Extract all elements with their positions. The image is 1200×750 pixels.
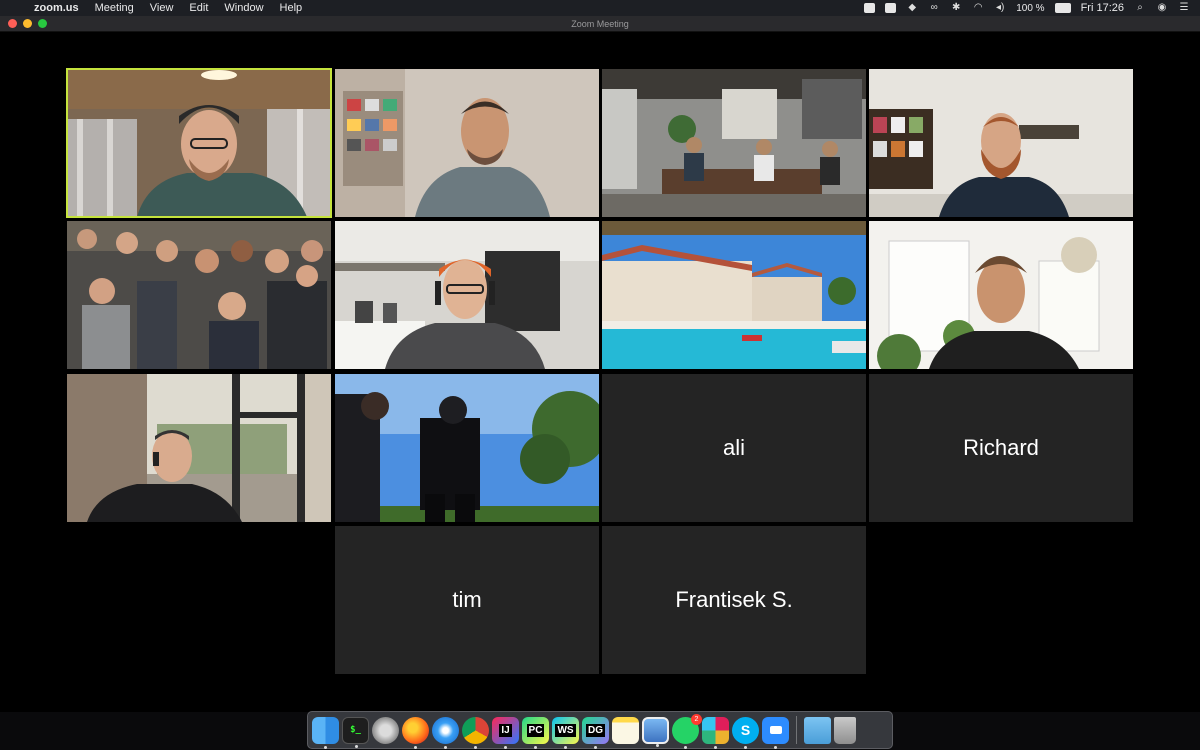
trash-icon[interactable] [834,716,856,744]
menu-meeting[interactable]: Meeting [87,0,142,16]
video-tile-headset-window[interactable] [67,374,331,522]
battery-icon[interactable] [1054,3,1071,13]
video-tile-room-moodboard[interactable] [335,69,599,217]
video-tile-openvalue-office[interactable] [869,69,1133,217]
participant-name-tile-ali[interactable]: ali [602,374,866,522]
skype-icon[interactable]: S [732,716,759,749]
whatsapp-badge: 2 [691,713,702,725]
zoom-status-icon[interactable] [864,3,876,13]
participant-video [869,69,1133,217]
participant-name-tile-tim[interactable]: tim [335,526,599,674]
siri-icon[interactable]: ◉ [1156,3,1168,13]
video-tile-window-plants[interactable] [869,221,1133,369]
dock-separator [796,716,797,744]
video-tile-kitchen-headset[interactable] [335,221,599,369]
video-tile-group-cheering[interactable] [67,221,331,369]
participant-name: Richard [963,435,1039,460]
status-area: ◆ ∞ ✱ ◠ ◂) 100 % Fri 17:26 ⌕ ◉ ☰ [864,2,1200,14]
video-tile-outdoor-park[interactable] [335,374,599,522]
clock[interactable]: Fri 17:26 [1081,2,1124,14]
bluetooth-icon[interactable]: ✱ [950,3,962,13]
menu-bar: zoom.us Meeting View Edit Window Help ◆ … [0,0,1200,16]
participant-video [67,69,331,217]
video-tile-active-speaker-brewery[interactable] [66,68,332,218]
participant-video [602,221,866,369]
chrome-icon[interactable] [462,716,489,749]
downloads-folder-icon[interactable] [804,716,831,744]
intellij-icon[interactable]: IJ [492,716,519,749]
zoom-meeting-window: Zoom Meeting ali Richard tim Frantisek S… [0,16,1200,712]
notification-center-icon[interactable]: ☰ [1178,3,1190,13]
fullscreen-window-button[interactable] [38,19,47,28]
notes-icon[interactable] [612,716,639,744]
safari-icon[interactable] [432,716,459,749]
participant-video [67,221,331,369]
minimize-window-button[interactable] [23,19,32,28]
battery-percentage[interactable]: 100 % [1016,3,1044,14]
dropbox-icon[interactable]: ◆ [906,3,918,13]
menu-window[interactable]: Window [216,0,271,16]
participant-name-tile-frantisek[interactable]: Frantisek S. [602,526,866,674]
menu-edit[interactable]: Edit [181,0,216,16]
glasses-icon[interactable]: ∞ [928,3,940,13]
checkmark-status-icon[interactable] [885,3,897,13]
slack-icon[interactable] [702,716,729,749]
webstorm-icon[interactable]: WS [552,716,579,749]
pycharm-icon[interactable]: PC [522,716,549,749]
wifi-icon[interactable]: ◠ [972,3,984,13]
firefox-icon[interactable] [402,716,429,749]
participant-video [602,69,866,217]
menu-view[interactable]: View [142,0,182,16]
finder-icon[interactable] [312,716,339,749]
menu-app-zoom[interactable]: zoom.us [26,0,87,16]
whatsapp-icon[interactable]: 2 [672,713,702,749]
volume-icon[interactable]: ◂) [994,3,1006,13]
menu-help[interactable]: Help [272,0,311,16]
participant-name: ali [722,435,745,460]
participant-video [335,374,599,522]
terminal-icon[interactable]: $_ [342,716,369,748]
participant-name: Frantisek S. [675,587,793,612]
participant-video [67,374,331,522]
close-window-button[interactable] [8,19,17,28]
zoom-icon[interactable] [762,716,789,749]
participant-video [869,221,1133,369]
window-titlebar[interactable]: Zoom Meeting [0,16,1200,32]
participant-video [335,69,599,217]
participant-video [335,221,599,369]
launchpad-icon[interactable] [372,716,399,744]
participant-name-tile-richard[interactable]: Richard [869,374,1133,522]
window-title: Zoom Meeting [571,18,629,29]
video-tile-office-lounge[interactable] [602,69,866,217]
dock: $_ IJ PC WS DG 2 S [307,711,893,749]
preview-icon[interactable] [642,716,669,747]
participant-name: tim [452,587,482,612]
datagrip-icon[interactable]: DG [582,716,609,749]
video-tile-pool-virtual-background[interactable] [602,221,866,369]
spotlight-search-icon[interactable]: ⌕ [1134,3,1146,13]
